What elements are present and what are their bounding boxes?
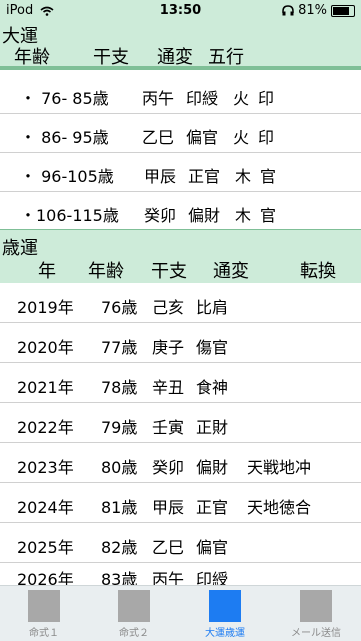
tab-label: 大運歳運 [205, 628, 245, 639]
saiun-year: 2023年 [17, 458, 74, 477]
saiun-col-age: 年齢 [88, 261, 124, 282]
saiun-kanshi: 甲辰 [152, 498, 185, 517]
daiun-tsuhen: 印綬 [186, 89, 219, 108]
saiun-row[interactable]: 2021年 78歳 辛丑 食神 [0, 363, 361, 403]
saiun-col-year: 年 [38, 261, 56, 282]
saiun-kanshi: 乙巳 [152, 538, 185, 557]
daiun-category: 印 [258, 89, 275, 108]
daiun-tsuhen: 正官 [188, 167, 221, 186]
saiun-kanshi: 庚子 [152, 338, 185, 357]
saiun-tsuhen: 傷官 [196, 338, 229, 357]
saiun-title: 歳運 [2, 238, 38, 259]
saiun-tsuhen: 偏財 [196, 458, 229, 477]
saiun-age: 77歳 [101, 338, 138, 357]
battery-icon [331, 4, 355, 17]
saiun-kanshi: 己亥 [152, 298, 185, 317]
saiun-tsuhen: 印綬 [196, 570, 229, 585]
daiun-kanshi: 癸卯 [144, 206, 177, 225]
daiun-gogyo: 火 [233, 128, 250, 147]
saiun-tsuhen: 比肩 [196, 298, 229, 317]
saiun-age: 79歳 [101, 418, 138, 437]
saiun-year: 2019年 [17, 298, 74, 317]
daiun-gogyo: 火 [233, 89, 250, 108]
daiun-kanshi: 乙巳 [142, 128, 175, 147]
tab-meishiki2[interactable]: 命式２ [99, 589, 169, 639]
daiun-category: 官 [260, 167, 277, 186]
saiun-tenkan: 天地徳合 [247, 498, 312, 517]
status-bar: iPod 13:50 81% [0, 0, 361, 22]
daiun-age: ・ 96-105歳 [20, 167, 114, 186]
saiun-age: 76歳 [101, 298, 138, 317]
saiun-year: 2025年 [17, 538, 74, 557]
saiun-year: 2020年 [17, 338, 74, 357]
saiun-col-kanshi: 干支 [151, 261, 187, 282]
saiun-kanshi: 壬寅 [152, 418, 185, 437]
saiun-kanshi: 癸卯 [152, 458, 185, 477]
saiun-year: 2022年 [17, 418, 74, 437]
saiun-year: 2024年 [17, 498, 74, 517]
daiun-kanshi: 甲辰 [144, 167, 177, 186]
tab-label: 命式１ [29, 628, 59, 639]
saiun-year: 2026年 [17, 570, 74, 585]
saiun-age: 81歳 [101, 498, 138, 517]
tab-mail[interactable]: メール送信 [281, 589, 351, 639]
saiun-tenkan: 天戦地冲 [247, 458, 312, 477]
daiun-tsuhen: 偏財 [188, 206, 221, 225]
tab-placeholder-icon [118, 590, 150, 622]
daiun-row[interactable]: ・106-115歳 癸卯 偏財 木 官 [0, 192, 361, 231]
saiun-row[interactable]: 2024年 81歳 甲辰 正官 天地徳合 [0, 483, 361, 523]
saiun-row[interactable]: 2022年 79歳 壬寅 正財 [0, 403, 361, 443]
saiun-age: 83歳 [101, 570, 138, 585]
saiun-tsuhen: 食神 [196, 378, 229, 397]
daiun-gogyo: 木 [235, 206, 252, 225]
daiun-category: 印 [258, 128, 275, 147]
saiun-age: 78歳 [101, 378, 138, 397]
daiun-tsuhen: 偏官 [186, 128, 219, 147]
saiun-row[interactable]: 2026年 83歳 丙午 印綬 [0, 563, 361, 585]
daiun-gogyo: 木 [235, 167, 252, 186]
tab-daiun-saiun[interactable]: 大運歳運 [190, 589, 260, 639]
saiun-row[interactable]: 2019年 76歳 己亥 比肩 [0, 283, 361, 323]
daiun-row[interactable]: ・ 96-105歳 甲辰 正官 木 官 [0, 153, 361, 192]
saiun-tsuhen: 偏官 [196, 538, 229, 557]
tab-meishiki1[interactable]: 命式１ [9, 589, 79, 639]
saiun-kanshi: 辛丑 [152, 378, 185, 397]
headphones-icon [282, 5, 294, 16]
daiun-row[interactable]: ・ 86- 95歳 乙巳 偏官 火 印 [0, 114, 361, 153]
saiun-age: 80歳 [101, 458, 138, 477]
tab-label: 命式２ [119, 628, 149, 639]
daiun-age: ・106-115歳 [20, 206, 119, 225]
saiun-row[interactable]: 2025年 82歳 乙巳 偏官 [0, 523, 361, 563]
tab-placeholder-icon [209, 590, 241, 622]
saiun-age: 82歳 [101, 538, 138, 557]
saiun-row[interactable]: 2020年 77歳 庚子 傷官 [0, 323, 361, 363]
saiun-col-tsuhen: 通変 [213, 261, 249, 282]
daiun-category: 官 [260, 206, 277, 225]
daiun-header: 大運 年齢 干支 通変 五行 [0, 22, 361, 68]
saiun-year: 2021年 [17, 378, 74, 397]
saiun-tsuhen: 正財 [196, 418, 229, 437]
battery-percent: 81% [298, 3, 327, 18]
daiun-row[interactable]: ・ 76- 85歳 丙午 印綬 火 印 [0, 75, 361, 114]
saiun-header: 歳運 年 年齢 干支 通変 転換 [0, 230, 361, 283]
daiun-age: ・ 76- 85歳 [20, 89, 109, 108]
tab-bar: 命式１ 命式２ 大運歳運 メール送信 [0, 585, 361, 641]
divider [0, 66, 361, 70]
daiun-kanshi: 丙午 [142, 89, 175, 108]
saiun-tsuhen: 正官 [196, 498, 229, 517]
saiun-col-tenkan: 転換 [300, 261, 336, 282]
saiun-kanshi: 丙午 [152, 570, 185, 585]
tab-label: メール送信 [291, 628, 341, 639]
tab-placeholder-icon [300, 590, 332, 622]
daiun-age: ・ 86- 95歳 [20, 128, 109, 147]
status-right: 81% [282, 3, 355, 18]
tab-placeholder-icon [28, 590, 60, 622]
saiun-row[interactable]: 2023年 80歳 癸卯 偏財 天戦地冲 [0, 443, 361, 483]
